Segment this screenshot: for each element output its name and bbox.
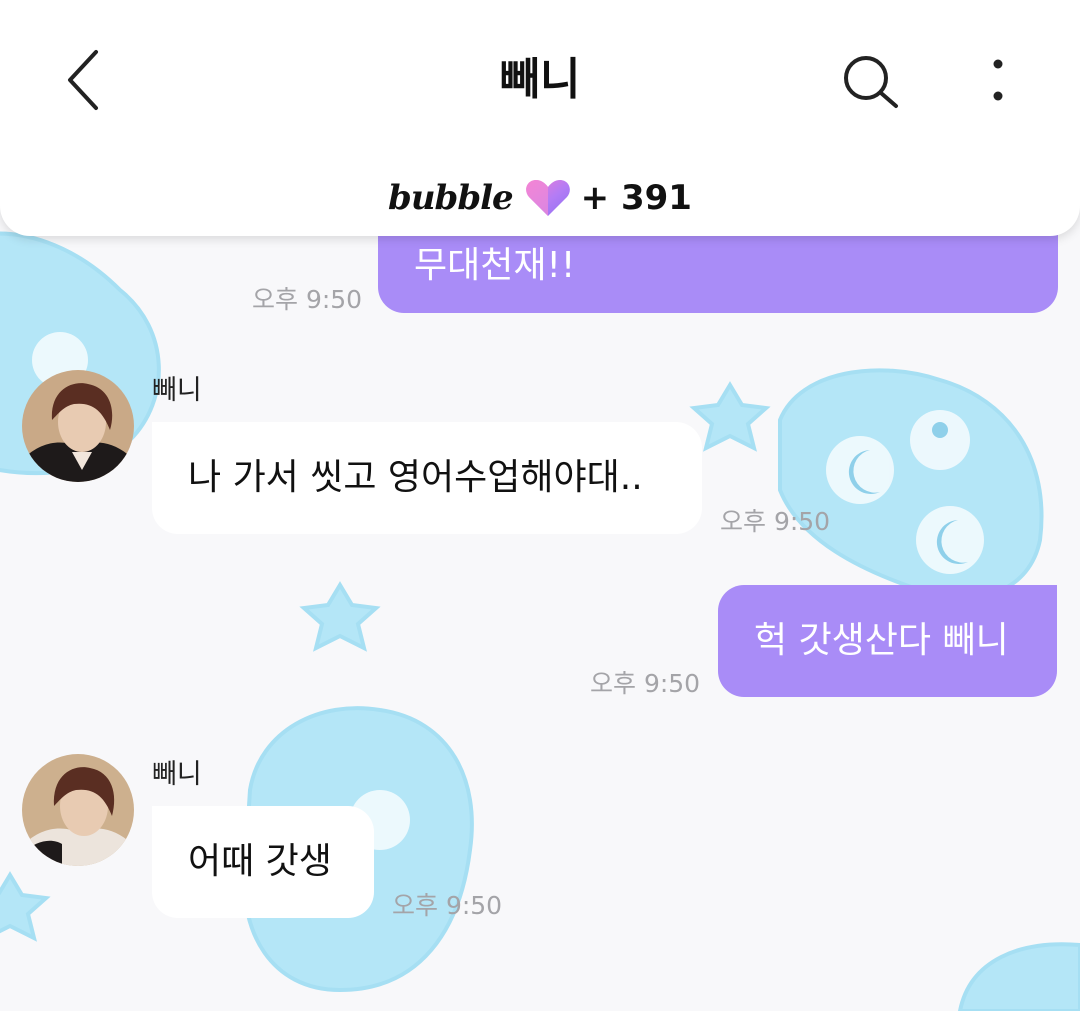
message-time: 오후 9:50 xyxy=(392,891,503,920)
sender-name: 빼니 xyxy=(152,759,202,790)
bubble-count: + 391 xyxy=(580,178,692,218)
avatar[interactable] xyxy=(22,754,134,866)
message-time: 오후 9:50 xyxy=(720,507,831,536)
profile-photo xyxy=(22,370,134,482)
outgoing-message-bubble[interactable]: 헉 갓생산다 빼니 xyxy=(718,585,1057,697)
chevron-left-icon xyxy=(68,50,98,110)
incoming-message-bubble[interactable]: 나 가서 씻고 영어수업해야대.. xyxy=(152,422,702,534)
message-text: 나 가서 씻고 영어수업해야대.. xyxy=(188,457,643,498)
message-time: 오후 9:50 xyxy=(252,285,363,314)
bubble-logo: bubble xyxy=(388,178,514,218)
incoming-message-bubble[interactable]: 어때 갓생 xyxy=(152,806,374,918)
message-text: 헉 갓생산다 빼니 xyxy=(754,620,1009,661)
profile-photo xyxy=(22,754,134,866)
more-vertical-icon xyxy=(993,59,1003,101)
heart-icon xyxy=(525,180,570,216)
more-options-button[interactable] xyxy=(976,52,1020,112)
chat-header: 빼니 bubble + 391 xyxy=(0,0,1080,236)
sender-name: 빼니 xyxy=(152,375,202,406)
bubble-counter[interactable]: bubble + 391 xyxy=(340,170,740,226)
message-text: 무대천재!! xyxy=(414,245,576,286)
back-button[interactable] xyxy=(52,44,116,116)
search-icon xyxy=(844,56,898,108)
search-button[interactable] xyxy=(836,48,908,116)
chat-title: 빼니 xyxy=(499,54,581,105)
message-time: 오후 9:50 xyxy=(590,669,701,698)
message-text: 어때 갓생 xyxy=(188,841,332,882)
avatar[interactable] xyxy=(22,370,134,482)
